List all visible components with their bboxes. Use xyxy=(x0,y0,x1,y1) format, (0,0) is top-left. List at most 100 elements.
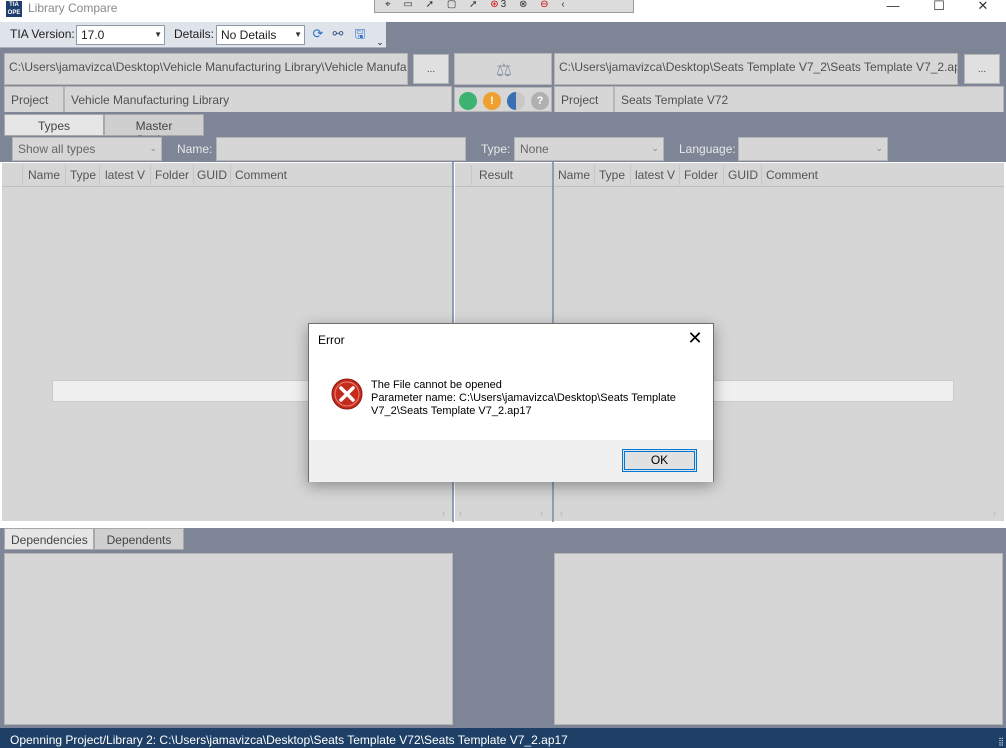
column-separator xyxy=(22,165,23,185)
column-separator xyxy=(65,165,66,185)
status-legend: ! ? xyxy=(454,87,552,112)
left-dependencies-panel[interactable] xyxy=(4,553,453,725)
compare-filter-icon[interactable]: ⚯ xyxy=(330,26,346,42)
main-toolbar: TIA Version: 17.0 ▼ Details: No Details … xyxy=(0,22,386,48)
minimize-button[interactable]: — xyxy=(870,0,916,16)
chevron-down-icon: ⌄ xyxy=(875,143,883,153)
left-project-label: Project xyxy=(4,86,64,114)
toolbar-filler xyxy=(386,22,1006,48)
tab-types[interactable]: Types xyxy=(4,114,104,136)
scroll-right-icon[interactable]: › xyxy=(442,508,445,518)
right-col-folder[interactable]: Folder xyxy=(684,168,718,182)
details-select[interactable]: No Details ▼ xyxy=(216,25,305,45)
language-select[interactable]: ⌄ xyxy=(738,137,888,161)
ok-button[interactable]: OK xyxy=(622,449,697,472)
column-separator xyxy=(230,165,231,185)
tab-dependents[interactable]: Dependents xyxy=(94,528,184,550)
column-separator xyxy=(99,165,100,185)
left-library-path[interactable]: C:\Users\jamavizca\Desktop\Vehicle Manuf… xyxy=(4,53,408,85)
unknown-status-icon[interactable]: ? xyxy=(531,92,549,110)
scroll-right-icon[interactable]: › xyxy=(993,508,996,518)
type-filter-select[interactable]: Show all types ⌄ xyxy=(12,137,162,161)
compare-center-box[interactable]: ⚖ xyxy=(454,53,552,85)
window-icon[interactable]: ▭ xyxy=(403,0,412,10)
right-col-latest-version[interactable]: latest V xyxy=(635,168,675,182)
column-separator xyxy=(150,165,151,185)
pointer-icon[interactable]: ➚ xyxy=(426,0,434,10)
type-select[interactable]: None ⌄ xyxy=(514,137,664,161)
left-col-folder[interactable]: Folder xyxy=(155,168,189,182)
error-icon xyxy=(331,378,363,410)
right-browse-button[interactable]: ... xyxy=(964,54,1000,84)
balance-scale-icon[interactable]: ⚖ xyxy=(489,60,519,80)
right-dependencies-panel[interactable] xyxy=(554,553,1003,725)
back-icon[interactable]: ‹ xyxy=(561,0,564,10)
right-col-type[interactable]: Type xyxy=(599,168,625,182)
pointer-alt-icon[interactable]: ➚ xyxy=(469,0,477,10)
left-col-type[interactable]: Type xyxy=(70,168,96,182)
save-icon[interactable]: 🖫 xyxy=(352,26,368,42)
window-title: Library Compare xyxy=(28,1,118,15)
result-column[interactable]: Result xyxy=(479,168,513,182)
left-grid-header: Name Type latest V Folder GUID Comment xyxy=(2,163,452,187)
type-filter-label: Type: xyxy=(481,142,511,156)
dialog-message-line1: The File cannot be opened xyxy=(371,379,502,391)
tab-dependencies[interactable]: Dependencies xyxy=(4,528,94,550)
right-grid-header: Name Type latest V Folder GUID Comment xyxy=(554,163,1004,187)
right-col-comment[interactable]: Comment xyxy=(766,168,818,182)
scroll-left-icon[interactable]: ‹ xyxy=(560,508,563,518)
bug-icon[interactable]: ⊛ xyxy=(490,0,498,10)
stop-icon[interactable]: ⊖ xyxy=(540,0,548,10)
left-col-latest-version[interactable]: latest V xyxy=(105,168,145,182)
status-bar: Openning Project/Library 2: C:\Users\jam… xyxy=(0,728,1006,748)
accessibility-icon[interactable]: ⊗ xyxy=(519,0,527,10)
dialog-message: The File cannot be opened Parameter name… xyxy=(371,379,701,418)
right-col-name[interactable]: Name xyxy=(558,168,590,182)
details-value: No Details xyxy=(221,28,277,42)
center-grid-header: Result xyxy=(455,163,552,187)
square-icon[interactable]: ▢ xyxy=(447,0,456,10)
floating-toolbar[interactable]: ⌖ ▭ ➚ ▢ ➚ ⊛ 3 ⊗ ⊖ ‹ xyxy=(374,0,634,13)
left-col-name[interactable]: Name xyxy=(28,168,60,182)
refresh-icon[interactable]: ⟳ xyxy=(310,26,326,42)
resize-grip-icon[interactable]: ⣿ xyxy=(998,737,1004,746)
title-bar: TIA OPE Library Compare ⌖ ▭ ➚ ▢ ➚ ⊛ 3 ⊗ ⊖ … xyxy=(0,0,1006,22)
tia-version-select[interactable]: 17.0 ▼ xyxy=(76,25,165,45)
status-text: Openning Project/Library 2: C:\Users\jam… xyxy=(10,733,568,747)
scroll-right-icon[interactable]: › xyxy=(540,508,543,518)
left-browse-button[interactable]: ... xyxy=(413,54,449,84)
chevron-down-icon: ⌄ xyxy=(149,143,157,153)
crosshair-icon[interactable]: ⌖ xyxy=(385,0,391,10)
dialog-close-button[interactable]: ✕ xyxy=(685,328,705,348)
app-logo-icon: TIA OPE xyxy=(6,1,22,17)
left-col-comment[interactable]: Comment xyxy=(235,168,287,182)
bug-counter: 3 xyxy=(500,0,507,10)
name-filter-label: Name: xyxy=(177,142,213,156)
right-library-path[interactable]: C:\Users\jamavizca\Desktop\Seats Templat… xyxy=(554,53,958,85)
difference-status-icon[interactable] xyxy=(507,92,525,110)
tia-version-value: 17.0 xyxy=(81,28,105,42)
tia-version-label: TIA Version: xyxy=(10,27,75,41)
column-separator xyxy=(630,165,631,185)
right-col-guid[interactable]: GUID xyxy=(728,168,758,182)
warning-status-icon[interactable]: ! xyxy=(483,92,501,110)
left-project-name: Vehicle Manufacturing Library xyxy=(64,86,452,114)
chevron-down-icon: ⌄ xyxy=(651,143,659,153)
left-progress-bar xyxy=(52,380,312,402)
bottom-tabs: Dependencies Dependents xyxy=(0,528,1006,550)
tab-master-copies[interactable]: Master Copies xyxy=(104,114,204,147)
name-filter-input[interactable] xyxy=(216,137,466,161)
type-value: None xyxy=(520,142,549,156)
column-separator xyxy=(723,165,724,185)
details-label: Details: xyxy=(174,27,215,41)
column-separator xyxy=(679,165,680,185)
equal-status-icon[interactable] xyxy=(459,92,477,110)
maximize-button[interactable]: ☐ xyxy=(916,0,962,16)
left-col-guid[interactable]: GUID xyxy=(197,168,227,182)
scroll-left-icon[interactable]: ‹ xyxy=(459,508,462,518)
error-dialog: Error ✕ The File cannot be opened Parame… xyxy=(308,323,714,482)
type-filter-value: Show all types xyxy=(18,142,96,156)
close-window-button[interactable]: ✕ xyxy=(960,0,1006,16)
chevron-down-icon: ▼ xyxy=(154,30,162,39)
dialog-footer: OK xyxy=(309,440,713,482)
